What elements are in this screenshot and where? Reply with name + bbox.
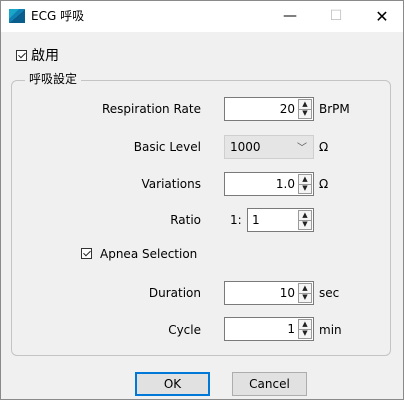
maximize-button[interactable]: ☐ (313, 1, 359, 32)
cycle-arrows[interactable]: ▲ ▼ (298, 319, 312, 339)
spin-down-icon[interactable]: ▼ (299, 184, 311, 193)
respiration-rate-spinner[interactable]: 20 ▲ ▼ (224, 97, 314, 121)
cancel-button[interactable]: Cancel (232, 372, 307, 396)
apnea-selection-label: Apnea Selection (100, 246, 198, 261)
chevron-down-icon: ﹀ (297, 143, 307, 154)
basic-level-unit: Ω (319, 140, 329, 154)
duration-label: Duration (148, 286, 201, 300)
respiration-rate-label: Respiration Rate (102, 102, 201, 116)
duration-value[interactable]: 10 (280, 286, 295, 300)
respiration-rate-value[interactable]: 20 (280, 102, 295, 116)
enable-checkbox[interactable]: 啟用 (16, 45, 59, 65)
apnea-checkbox-box[interactable] (81, 248, 92, 259)
window-title: ECG 呼吸 (31, 9, 85, 23)
variations-spinner[interactable]: 1.0 ▲ ▼ (224, 172, 314, 196)
basic-level-value[interactable]: 1000 (230, 140, 261, 154)
respiration-rate-unit: BrPM (319, 102, 350, 116)
title-bar[interactable]: ECG 呼吸 — ☐ ✕ (1, 1, 403, 32)
duration-spinner[interactable]: 10 ▲ ▼ (224, 281, 314, 305)
variations-unit: Ω (319, 177, 329, 191)
app-icon (9, 9, 25, 23)
duration-unit: sec (319, 286, 340, 300)
minimize-button[interactable]: — (267, 1, 313, 32)
ratio-label: Ratio (170, 213, 201, 227)
cycle-label: Cycle (168, 323, 201, 337)
cycle-unit: min (319, 323, 342, 337)
dialog-window: ECG 呼吸 — ☐ ✕ 啟用 呼吸設定 Respiration Rate 20… (0, 0, 404, 400)
respiration-rate-arrows[interactable]: ▲ ▼ (298, 99, 312, 119)
spin-down-icon[interactable]: ▼ (299, 109, 311, 118)
cycle-spinner[interactable]: 1 ▲ ▼ (224, 317, 314, 341)
close-button[interactable]: ✕ (359, 1, 405, 32)
apnea-selection-checkbox[interactable]: Apnea Selection (81, 246, 197, 261)
enable-checkbox-box[interactable] (16, 49, 27, 61)
variations-arrows[interactable]: ▲ ▼ (298, 174, 312, 194)
ratio-arrows[interactable]: ▲ ▼ (298, 210, 312, 230)
ratio-spinner[interactable]: 1 ▲ ▼ (247, 208, 314, 232)
ratio-value[interactable]: 1 (252, 213, 260, 227)
basic-level-label: Basic Level (133, 140, 201, 154)
basic-level-select[interactable]: 1000 ﹀ (224, 135, 314, 159)
spin-down-icon[interactable]: ▼ (299, 293, 311, 302)
duration-arrows[interactable]: ▲ ▼ (298, 283, 312, 303)
variations-value[interactable]: 1.0 (276, 177, 295, 191)
spin-down-icon[interactable]: ▼ (299, 329, 311, 338)
ratio-prefix: 1: (230, 213, 242, 227)
spin-down-icon[interactable]: ▼ (299, 220, 311, 229)
group-legend: 呼吸設定 (25, 72, 82, 86)
variations-label: Variations (141, 177, 202, 191)
enable-label: 啟用 (31, 48, 59, 64)
ok-button[interactable]: OK (135, 372, 210, 396)
cycle-value[interactable]: 1 (287, 322, 295, 336)
